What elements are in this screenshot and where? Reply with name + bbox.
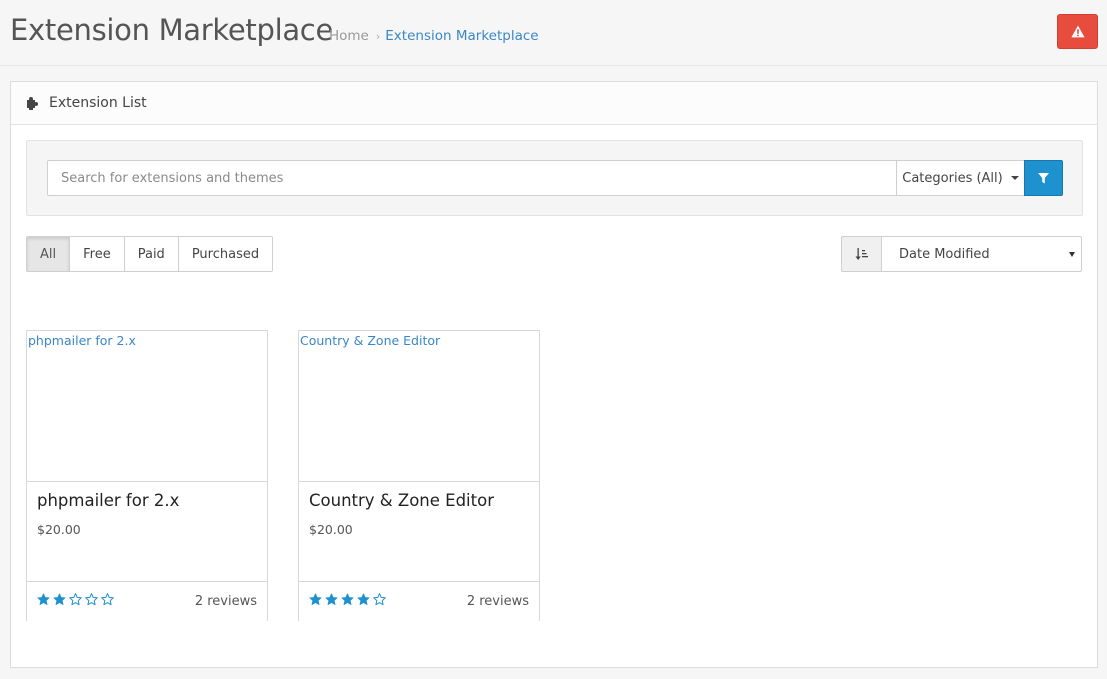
filter-button[interactable] xyxy=(1024,160,1063,196)
breadcrumb-separator: › xyxy=(375,30,381,43)
type-filter-group: All Free Paid Purchased xyxy=(26,236,274,272)
card-footer: 2 reviews xyxy=(299,581,539,621)
extension-name[interactable]: Country & Zone Editor xyxy=(309,491,494,510)
extension-list-panel: Extension List Categories (All) All Free… xyxy=(10,81,1098,668)
panel-title: Extension List xyxy=(49,95,147,111)
alert-button[interactable] xyxy=(1057,14,1098,49)
extension-card[interactable]: Country & Zone Editor Country & Zone Edi… xyxy=(298,330,540,621)
extension-thumbnail[interactable]: Country & Zone Editor xyxy=(299,331,539,482)
filter-all-button[interactable]: All xyxy=(27,237,71,271)
search-well: Categories (All) xyxy=(26,140,1083,216)
sort-selected-value: Date Modified xyxy=(899,246,990,262)
thumbnail-alt-text: Country & Zone Editor xyxy=(300,333,441,348)
sort-addon xyxy=(841,236,882,272)
star-filled-icon xyxy=(53,593,66,605)
star-empty-icon xyxy=(85,593,98,606)
thumbnail-alt-text: phpmailer for 2.x xyxy=(28,333,136,348)
star-filled-icon xyxy=(309,593,322,605)
categories-dropdown[interactable]: Categories (All) xyxy=(896,160,1025,196)
card-footer: 2 reviews xyxy=(27,581,267,621)
star-filled-icon xyxy=(341,593,354,605)
caret-down-icon xyxy=(1010,176,1019,180)
page-title: Extension Marketplace xyxy=(10,13,333,47)
filter-free-button[interactable]: Free xyxy=(70,237,125,271)
panel-heading: Extension List xyxy=(11,82,1097,125)
filter-icon xyxy=(1038,172,1049,183)
breadcrumb-current[interactable]: Extension Marketplace xyxy=(385,28,538,44)
star-filled-icon xyxy=(357,593,370,605)
star-rating xyxy=(37,593,114,606)
star-empty-icon xyxy=(373,593,386,606)
star-empty-icon xyxy=(69,593,82,606)
extension-price: $20.00 xyxy=(37,522,81,537)
star-filled-icon xyxy=(37,593,50,605)
sort-amount-icon xyxy=(855,248,868,260)
page-header: Extension Marketplace Home › Extension Mar… xyxy=(0,0,1107,66)
reviews-count: 2 reviews xyxy=(466,594,529,609)
categories-label: Categories (All) xyxy=(902,170,1003,186)
search-input[interactable] xyxy=(47,160,897,196)
extension-name[interactable]: phpmailer for 2.x xyxy=(37,491,179,510)
star-empty-icon xyxy=(101,593,114,606)
puzzle-icon xyxy=(27,97,38,110)
star-rating xyxy=(309,593,386,606)
breadcrumb: Home › Extension Marketplace xyxy=(329,28,539,44)
reviews-count: 2 reviews xyxy=(194,594,257,609)
warning-icon xyxy=(1070,25,1085,38)
sort-select[interactable]: Date Modified xyxy=(881,236,1082,272)
extension-thumbnail[interactable]: phpmailer for 2.x xyxy=(27,331,267,482)
filter-paid-button[interactable]: Paid xyxy=(124,237,179,271)
breadcrumb-home[interactable]: Home xyxy=(329,28,369,44)
select-arrow-icon xyxy=(1069,252,1075,257)
star-filled-icon xyxy=(325,593,338,605)
extension-card[interactable]: phpmailer for 2.x phpmailer for 2.x $20.… xyxy=(26,330,268,621)
filter-purchased-button[interactable]: Purchased xyxy=(178,237,273,271)
extension-price: $20.00 xyxy=(309,522,353,537)
